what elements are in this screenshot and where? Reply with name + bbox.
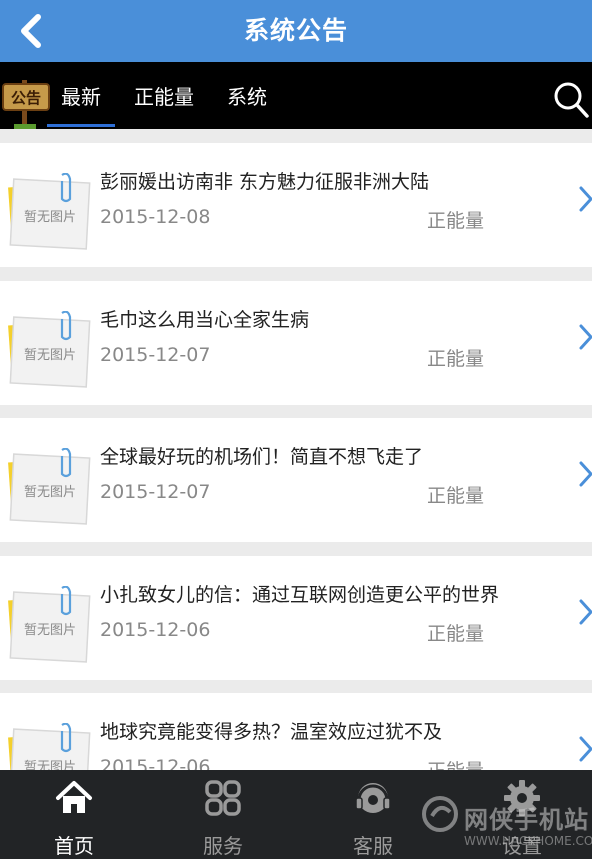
nav-home-label: 首页: [54, 834, 94, 858]
thumbnail-placeholder-text: 暂无图片: [24, 485, 76, 500]
news-category: 正能量: [427, 622, 485, 645]
thumbnail-placeholder-text: 暂无图片: [24, 623, 76, 638]
nav-services-label: 服务: [203, 834, 243, 858]
no-image-thumbnail-icon: 暂无图片: [8, 310, 91, 388]
news-title: 全球最好玩的机场们！简直不想飞走了: [100, 446, 424, 468]
no-image-thumbnail-icon: 暂无图片: [8, 585, 91, 663]
news-category: 正能量: [427, 485, 485, 507]
chevron-right-icon: [579, 186, 592, 212]
news-date: 2015-12-07: [100, 343, 211, 366]
tab-positive-energy[interactable]: 正能量: [134, 62, 194, 129]
search-icon[interactable]: [552, 80, 590, 120]
grid-icon: [205, 780, 241, 816]
news-date: 2015-12-06: [100, 618, 211, 641]
chevron-right-icon: [579, 736, 592, 762]
news-list-item[interactable]: 暂无图片 全球最好玩的机场们！简直不想飞走了 2015-12-07 正能量: [0, 418, 592, 542]
watermark-logo-icon: [422, 796, 458, 832]
news-title: 毛巾这么用当心全家生病: [100, 308, 310, 331]
nav-customer-service-label: 客服: [353, 834, 393, 858]
news-date: 2015-12-08: [100, 206, 211, 228]
nav-customer-service[interactable]: 客服: [323, 770, 423, 859]
news-title: 地球究竟能变得多热？温室效应过犹不及: [100, 721, 443, 743]
chevron-right-icon: [579, 324, 592, 349]
news-list-item[interactable]: 暂无图片 毛巾这么用当心全家生病 2015-12-07 正能量: [0, 280, 592, 405]
watermark-url: WWW.HACKHOME.COM: [464, 834, 592, 848]
tab-system[interactable]: 系统: [227, 62, 267, 129]
news-category: 正能量: [427, 210, 485, 232]
thumbnail-placeholder-text: 暂无图片: [24, 348, 76, 363]
page-title: 系统公告: [243, 16, 348, 45]
home-icon: [56, 781, 92, 813]
notice-sign-icon: 公告: [2, 80, 50, 129]
headset-icon: [355, 783, 391, 813]
site-watermark: 网侠手机站 WWW.HACKHOME.COM: [420, 786, 592, 856]
chevron-right-icon: [579, 599, 592, 624]
thumbnail-placeholder-text: 暂无图片: [24, 210, 76, 225]
nav-services[interactable]: 服务: [173, 770, 273, 859]
news-list-item[interactable]: 暂无图片 彭丽媛出访南非 东方魅力征服非洲大陆 2015-12-08 正能量: [0, 143, 592, 267]
news-title: 彭丽媛出访南非 东方魅力征服非洲大陆: [100, 171, 430, 193]
tab-latest[interactable]: 最新: [47, 62, 115, 129]
no-image-thumbnail-icon: 暂无图片: [8, 173, 91, 250]
sign-text: 公告: [11, 89, 41, 107]
no-image-thumbnail-icon: 暂无图片: [8, 448, 91, 525]
news-list-item[interactable]: 暂无图片 小扎致女儿的信：通过互联网创造更公平的世界 2015-12-06 正能量: [0, 555, 592, 680]
news-category: 正能量: [427, 347, 485, 370]
news-date: 2015-12-07: [100, 481, 211, 503]
nav-home[interactable]: 首页: [24, 770, 124, 859]
chevron-right-icon: [579, 461, 592, 487]
news-title: 小扎致女儿的信：通过互联网创造更公平的世界: [100, 583, 500, 606]
watermark-text: 网侠手机站: [464, 806, 589, 834]
